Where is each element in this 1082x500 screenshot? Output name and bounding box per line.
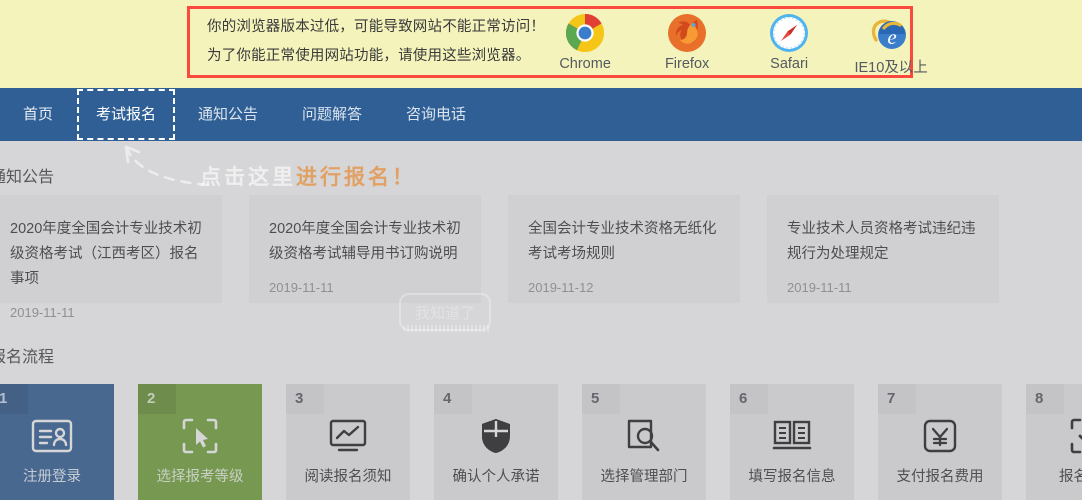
chrome-icon [545, 11, 625, 55]
check-target-icon [1026, 412, 1082, 460]
id-card-icon [0, 412, 114, 460]
cursor-target-icon [138, 412, 262, 460]
notice-card[interactable]: 2020年度全国会计专业技术初级资格考试辅导用书订购说明 2019-11-11 [249, 195, 481, 303]
nav-item-exam-registration[interactable]: 考试报名 [76, 88, 176, 141]
browser-warning-box: 你的浏览器版本过低，可能导致网站不能正常访问！ 为了你能正常使用网站功能，请使用… [187, 6, 913, 78]
notice-title: 全国会计专业技术资格无纸化考试考场规则 [528, 217, 720, 267]
page-content: 通知公告 2020年度全国会计专业技术初级资格考试（江西考区）报名事项 2019… [0, 141, 1082, 500]
browser-option-safari[interactable]: Safari [749, 11, 829, 72]
nav-item-home[interactable]: 首页 [0, 88, 76, 141]
notice-date: 2019-11-11 [10, 305, 202, 320]
step-label: 确认个人承诺 [434, 465, 558, 486]
notices-list: 2020年度全国会计专业技术初级资格考试（江西考区）报名事项 2019-11-1… [0, 195, 999, 303]
ie-label: IE10及以上 [851, 56, 931, 77]
step-label: 填写报名信息 [730, 465, 854, 486]
step-label: 选择管理部门 [582, 465, 706, 486]
notice-title: 专业技术人员资格考试违纪违规行为处理规定 [787, 217, 979, 267]
ie-icon: e [851, 11, 931, 55]
notice-date: 2019-11-11 [787, 280, 979, 295]
step-label: 阅读报名须知 [286, 465, 410, 486]
notice-card[interactable]: 2020年度全国会计专业技术初级资格考试（江西考区）报名事项 2019-11-1… [0, 195, 222, 303]
warning-line-2: 为了你能正常使用网站功能，请使用这些浏览器。 [207, 42, 545, 71]
step-label: 注册登录 [0, 465, 114, 486]
notice-title: 2020年度全国会计专业技术初级资格考试（江西考区）报名事项 [10, 217, 202, 292]
safari-label: Safari [749, 56, 829, 72]
notice-date: 2019-11-11 [269, 280, 461, 295]
step-number: 8 [1026, 384, 1064, 414]
chrome-label: Chrome [545, 56, 625, 72]
yen-box-icon [878, 412, 1002, 460]
nav-item-announcements[interactable]: 通知公告 [176, 88, 280, 141]
step-label: 报名完成 [1026, 465, 1082, 486]
registration-flow-list: 1 注册登录 2 选择报考等级 3 阅读报名须知 4 确认个人承诺 [0, 384, 1082, 500]
flow-step-select-department[interactable]: 5 选择管理部门 [582, 384, 706, 500]
flow-section-title: 报名流程 [0, 343, 54, 367]
doc-search-icon [582, 412, 706, 460]
nav-item-contact[interactable]: 咨询电话 [384, 88, 488, 141]
notices-section-title: 通知公告 [0, 163, 54, 187]
shield-icon [434, 412, 558, 460]
firefox-icon [647, 11, 727, 55]
firefox-label: Firefox [647, 56, 727, 72]
open-book-icon [730, 412, 854, 460]
recommended-browser-list: Chrome Firefox [545, 7, 931, 77]
notice-date: 2019-11-12 [528, 280, 720, 295]
browser-warning-text: 你的浏览器版本过低，可能导致网站不能正常访问！ 为了你能正常使用网站功能，请使用… [190, 13, 545, 71]
notice-card[interactable]: 全国会计专业技术资格无纸化考试考场规则 2019-11-12 [508, 195, 740, 303]
browser-warning-strip: 你的浏览器版本过低，可能导致网站不能正常访问！ 为了你能正常使用网站功能，请使用… [0, 0, 1082, 88]
step-label: 支付报名费用 [878, 465, 1002, 486]
nav-item-faq[interactable]: 问题解答 [280, 88, 384, 141]
notice-card[interactable]: 专业技术人员资格考试违纪违规行为处理规定 2019-11-11 [767, 195, 999, 303]
main-navigation: 首页 考试报名 通知公告 问题解答 咨询电话 [0, 88, 1082, 141]
browser-option-firefox[interactable]: Firefox [647, 11, 727, 72]
flow-step-fill-info[interactable]: 6 填写报名信息 [730, 384, 854, 500]
step-number: 3 [286, 384, 324, 414]
flow-step-confirm-commitment[interactable]: 4 确认个人承诺 [434, 384, 558, 500]
flow-step-pay-fee[interactable]: 7 支付报名费用 [878, 384, 1002, 500]
step-number: 2 [138, 384, 176, 414]
flow-step-read-notice[interactable]: 3 阅读报名须知 [286, 384, 410, 500]
warning-line-1: 你的浏览器版本过低，可能导致网站不能正常访问！ [207, 13, 545, 42]
step-number: 7 [878, 384, 916, 414]
flow-step-complete[interactable]: 8 报名完成 [1026, 384, 1082, 500]
step-number: 1 [0, 384, 28, 414]
flow-step-register-login[interactable]: 1 注册登录 [0, 384, 114, 500]
step-number: 5 [582, 384, 620, 414]
flow-step-select-level[interactable]: 2 选择报考等级 [138, 384, 262, 500]
browser-option-ie[interactable]: e IE10及以上 [851, 11, 931, 77]
step-label: 选择报考等级 [138, 465, 262, 486]
step-number: 6 [730, 384, 768, 414]
notice-title: 2020年度全国会计专业技术初级资格考试辅导用书订购说明 [269, 217, 461, 267]
chart-monitor-icon [286, 412, 410, 460]
browser-option-chrome[interactable]: Chrome [545, 11, 625, 72]
step-number: 4 [434, 384, 472, 414]
svg-text:e: e [887, 25, 896, 49]
safari-icon [749, 11, 829, 55]
